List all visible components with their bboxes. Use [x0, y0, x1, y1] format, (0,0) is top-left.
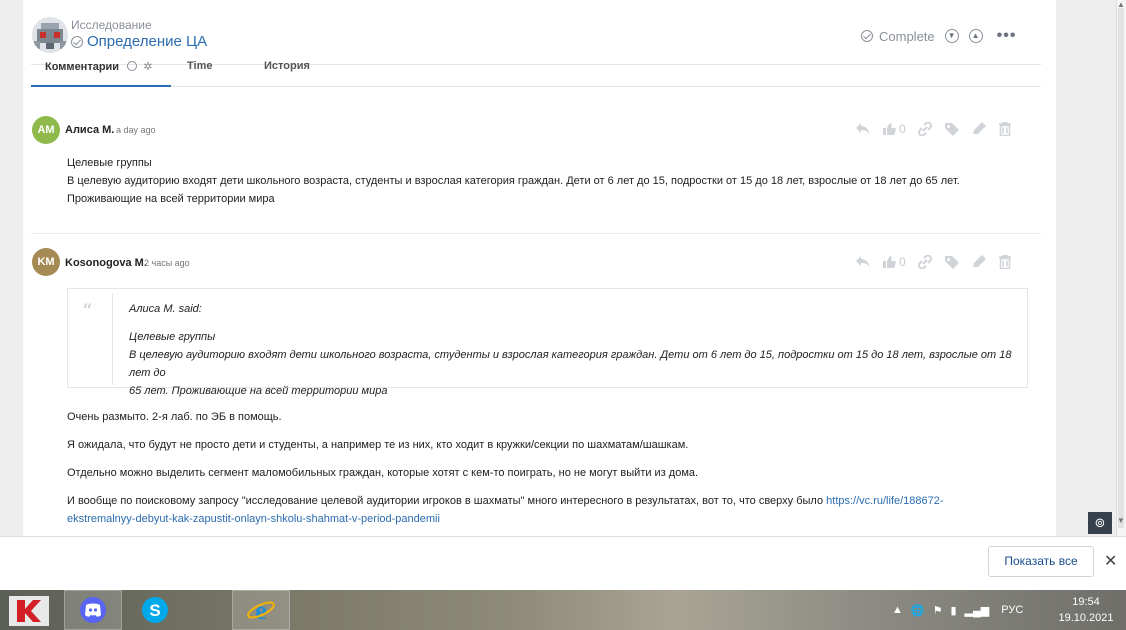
chevron-up-icon[interactable]: ▲ — [968, 29, 983, 43]
discord-icon[interactable] — [64, 590, 122, 630]
system-tray: ▲ 🌐 ⚑ ▮ ▂▄▆ РУС — [892, 590, 1023, 630]
external-link[interactable]: https://vc.ru/life/188672- — [826, 495, 943, 507]
avatar[interactable]: KM — [32, 248, 60, 276]
tab-time[interactable]: Time — [187, 60, 212, 72]
tab-history[interactable]: История — [264, 60, 310, 72]
task-status-check-icon[interactable] — [71, 35, 83, 48]
task-panel: Исследование Определение ЦА Complete ▼ ▲… — [23, 0, 1056, 536]
language-indicator[interactable]: РУС — [1001, 604, 1023, 616]
tab-bar: Комментарии ✲ Time История — [31, 56, 1041, 87]
like-icon[interactable] — [882, 122, 896, 136]
parent-project-link[interactable]: Исследование — [71, 18, 152, 32]
taskbar: S e ▲ 🌐 ⚑ ▮ ▂▄▆ РУС 19:54 19.10.2021 — [0, 590, 1126, 630]
network-globe-icon[interactable]: 🌐 — [911, 604, 925, 617]
tag-icon[interactable] — [944, 122, 960, 136]
help-icon[interactable] — [127, 61, 138, 71]
complete-label: Complete — [879, 28, 935, 44]
task-title-row: Определение ЦА — [71, 33, 207, 50]
link-icon[interactable] — [917, 122, 933, 136]
scroll-down-arrow-icon[interactable]: ▼ — [1116, 516, 1126, 526]
avatar[interactable]: AM — [32, 116, 60, 144]
reply-icon[interactable] — [855, 255, 871, 269]
quote-body: Целевые группы В целевую аудиторию входя… — [129, 328, 1027, 400]
clock[interactable]: 19:54 19.10.2021 — [1056, 594, 1116, 626]
reply-icon[interactable] — [855, 122, 871, 136]
quote-line: 65 лет. Проживающие на всей территории м… — [129, 385, 388, 397]
kaspersky-logo — [9, 596, 49, 626]
quoted-comment: “ Алиса М. said: Целевые группы В целеву… — [67, 288, 1028, 397]
scroll-up-arrow-icon[interactable]: ▲ — [1116, 0, 1126, 10]
comment-author[interactable]: Алиса М. — [65, 124, 114, 136]
flag-icon[interactable]: ⚑ — [933, 604, 943, 617]
quote-line: Целевые группы — [129, 331, 216, 343]
external-link-continued[interactable]: ekstremalnyy-debyut-kak-zapustit-onlayn-… — [67, 513, 440, 525]
like-icon[interactable] — [882, 255, 896, 269]
comment-paragraph: Я ожидала, что будут не просто дети и ст… — [67, 439, 689, 451]
battery-icon[interactable]: ▮ — [950, 604, 956, 617]
like-count: 0 — [899, 255, 906, 269]
link-icon[interactable] — [917, 255, 933, 269]
discord-logo — [80, 597, 106, 623]
skype-logo: S — [142, 597, 168, 623]
edit-icon[interactable] — [971, 122, 987, 136]
show-all-button[interactable]: Показать все — [988, 546, 1094, 577]
comment-line: В целевую аудиторию входят дети школьног… — [67, 175, 960, 187]
support-chat-icon[interactable]: ⊚ — [1088, 512, 1112, 534]
project-avatar — [32, 17, 68, 53]
comment-paragraph: Отдельно можно выделить сегмент маломоби… — [67, 467, 699, 479]
internet-explorer-icon[interactable]: e — [232, 590, 290, 630]
quote-mark-icon: “ — [82, 299, 93, 323]
clock-date: 19.10.2021 — [1058, 612, 1114, 624]
task-title[interactable]: Определение ЦА — [87, 33, 207, 50]
comment-actions: 0 — [855, 122, 1012, 136]
comment-author[interactable]: Kosonogova M. — [65, 257, 147, 269]
trash-icon[interactable] — [998, 255, 1012, 269]
clock-time: 19:54 — [1072, 596, 1100, 608]
trash-icon[interactable] — [998, 122, 1012, 136]
svg-text:e: e — [255, 596, 267, 625]
chevron-down-icon[interactable]: ▼ — [944, 29, 959, 43]
right-backdrop — [1056, 0, 1116, 536]
gear-icon[interactable]: ✲ — [143, 61, 152, 73]
comment-body: Целевые группы В целевую аудиторию входя… — [67, 154, 960, 208]
header-actions: Complete ▼ ▲ ••• — [861, 27, 1016, 45]
quote-attribution: Алиса М. said: — [129, 303, 202, 315]
comment-actions: 0 — [855, 255, 1012, 269]
internet-explorer-logo: e — [247, 596, 275, 625]
comment-divider — [31, 233, 1041, 234]
quote-line: В целевую аудиторию входят дети школьног… — [129, 349, 1012, 379]
svg-text:S: S — [149, 601, 160, 620]
quote-divider — [112, 293, 113, 385]
skype-icon[interactable]: S — [126, 590, 184, 630]
comment-time: 2 часы ago — [144, 258, 190, 268]
kaspersky-icon[interactable] — [0, 590, 58, 630]
tag-icon[interactable] — [944, 255, 960, 269]
tray-expand-icon[interactable]: ▲ — [892, 604, 903, 616]
download-notification-bar: Показать все ✕ — [0, 536, 1126, 590]
like-count: 0 — [899, 122, 906, 136]
scrollbar-thumb[interactable] — [1118, 8, 1124, 528]
complete-button[interactable]: Complete — [861, 29, 935, 44]
comment-paragraph: И вообще по поисковому запросу "исследов… — [67, 492, 1027, 528]
edit-icon[interactable] — [971, 255, 987, 269]
tab-comments-label: Комментарии — [45, 61, 120, 73]
complete-check-icon — [861, 30, 873, 42]
comment-line: Проживающие на всей территории мира — [67, 193, 275, 205]
left-backdrop — [0, 0, 23, 536]
more-options-icon[interactable]: ••• — [997, 27, 1017, 45]
tab-comments[interactable]: Комментарии ✲ — [45, 60, 152, 73]
close-icon[interactable]: ✕ — [1104, 551, 1117, 571]
paragraph-text: И вообще по поисковому запросу "исследов… — [67, 495, 827, 507]
comment-paragraph: Очень размыто. 2-я лаб. по ЭБ в помощь. — [67, 411, 282, 423]
project-avatar-image — [32, 17, 68, 53]
comment-time: a day ago — [116, 125, 156, 135]
active-tab-indicator — [31, 85, 171, 87]
signal-icon[interactable]: ▂▄▆ — [965, 604, 990, 617]
comment-line: Целевые группы — [67, 157, 152, 169]
